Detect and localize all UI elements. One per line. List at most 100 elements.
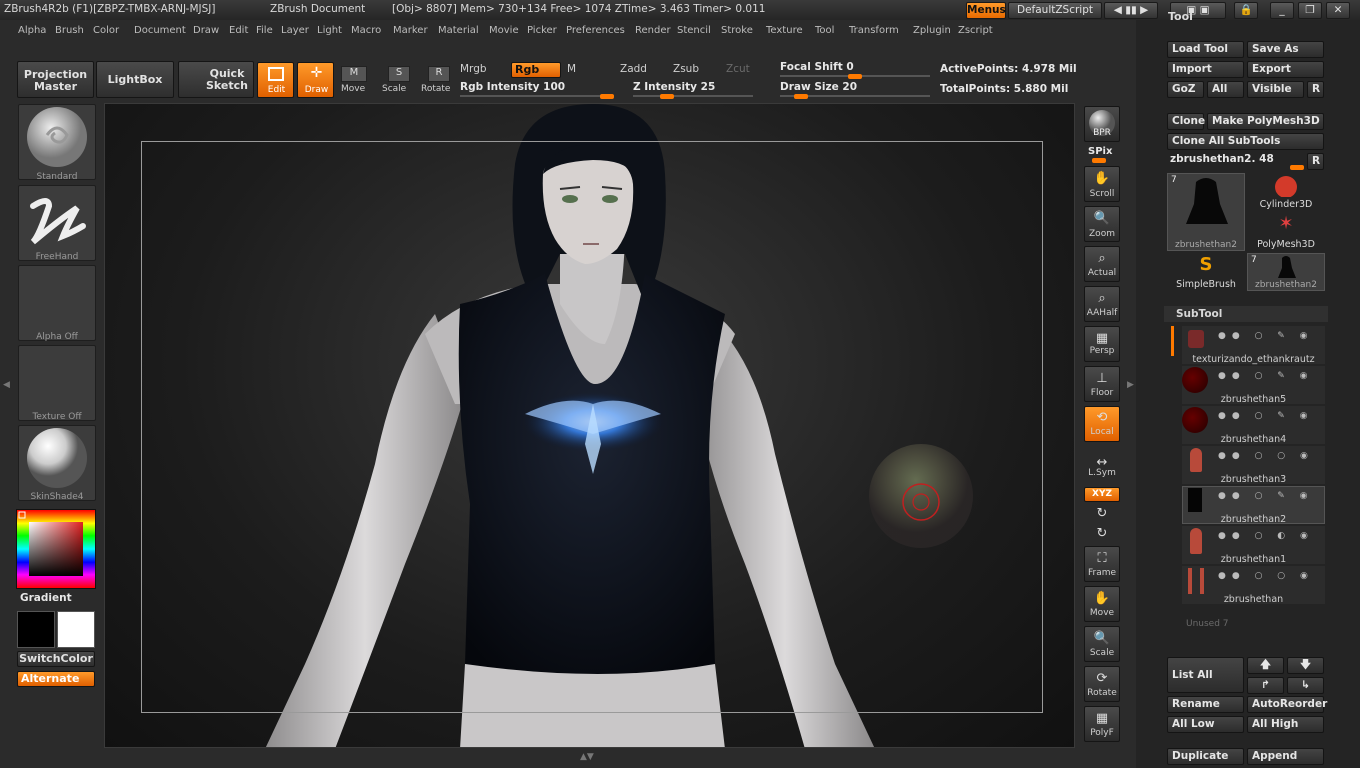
menu-material[interactable]: Material xyxy=(438,25,479,36)
all-high-button[interactable]: All High xyxy=(1247,716,1324,733)
move-down-arrow-icon[interactable]: 🡇 xyxy=(1287,657,1324,674)
m-toggle[interactable]: M xyxy=(567,63,576,75)
move-up-arrow-icon[interactable]: 🡅 xyxy=(1247,657,1284,674)
z-intensity-track[interactable] xyxy=(633,95,753,97)
menus-button[interactable]: Menus xyxy=(966,2,1006,19)
draw-size-slider[interactable]: Draw Size 20 xyxy=(780,81,857,93)
menu-picker[interactable]: Picker xyxy=(527,25,557,36)
rotate-y-icon[interactable]: ↻ xyxy=(1092,507,1112,521)
draw-size-knob[interactable] xyxy=(793,94,808,99)
close-icon[interactable]: ✕ xyxy=(1326,2,1350,19)
autoreorder-button[interactable]: AutoReorder xyxy=(1247,696,1327,713)
duplicate-button[interactable]: Duplicate xyxy=(1167,748,1244,765)
bottom-tray-arrow-icon[interactable]: ▲▼ xyxy=(580,752,594,762)
menu-macro[interactable]: Macro xyxy=(351,25,381,36)
menu-zplugin[interactable]: Zplugin xyxy=(913,25,951,36)
restore-icon[interactable]: ❐ xyxy=(1298,2,1322,19)
minimize-icon[interactable]: _ xyxy=(1270,2,1294,19)
layout-arrows-icon[interactable]: ◀ ▮▮ ▶ xyxy=(1104,2,1158,19)
alpha-thumbnail[interactable] xyxy=(18,265,96,341)
menu-stencil[interactable]: Stencil xyxy=(677,25,711,36)
z-intensity-slider[interactable]: Z Intensity 25 xyxy=(633,81,715,93)
material-thumbnail[interactable] xyxy=(18,425,96,501)
import-button[interactable]: Import xyxy=(1167,61,1244,78)
menu-zscript[interactable]: Zscript xyxy=(958,25,993,36)
visible-button[interactable]: Visible xyxy=(1247,81,1304,98)
scale-icon[interactable]: S xyxy=(388,66,410,82)
lightbox-button[interactable]: LightBox xyxy=(96,61,174,98)
save-as-button[interactable]: Save As xyxy=(1247,41,1324,58)
subtool-toggles-2[interactable]: ●● ○ ✎ ◉ xyxy=(1218,411,1314,421)
menu-transform[interactable]: Transform xyxy=(849,25,899,36)
menu-stroke[interactable]: Stroke xyxy=(721,25,753,36)
subtool-toggles-5[interactable]: ●● ○ ◐ ◉ xyxy=(1218,531,1314,541)
document-canvas[interactable] xyxy=(104,103,1075,748)
make-polymesh-button[interactable]: Make PolyMesh3D xyxy=(1207,113,1324,130)
tool-thumb-zbrushethan2[interactable]: 7 zbrushethan2 xyxy=(1167,173,1245,251)
menu-brush[interactable]: Brush xyxy=(55,25,84,36)
clone-all-subtools-button[interactable]: Clone All SubTools xyxy=(1167,133,1324,150)
menu-movie[interactable]: Movie xyxy=(489,25,519,36)
focal-shift-slider[interactable]: Focal Shift 0 xyxy=(780,61,854,73)
lock-icon[interactable]: 🔒 xyxy=(1234,2,1258,19)
insert-down-arrow-icon[interactable]: ↳ xyxy=(1287,677,1324,694)
zadd-toggle[interactable]: Zadd xyxy=(620,63,647,75)
menu-tool[interactable]: Tool xyxy=(815,25,834,36)
rgb-toggle[interactable]: Rgb xyxy=(511,62,561,78)
menu-edit[interactable]: Edit xyxy=(229,25,248,36)
rgb-intensity-track[interactable] xyxy=(460,95,614,97)
export-button[interactable]: Export xyxy=(1247,61,1324,78)
menu-texture[interactable]: Texture xyxy=(766,25,803,36)
goz-button[interactable]: GoZ xyxy=(1167,81,1204,98)
load-tool-button[interactable]: Load Tool xyxy=(1167,41,1244,58)
spix-slider-knob[interactable] xyxy=(1092,158,1106,163)
z-intensity-knob[interactable] xyxy=(659,94,674,99)
rgb-intensity-knob[interactable] xyxy=(600,94,614,99)
list-all-button[interactable]: List All xyxy=(1167,657,1244,693)
mrgb-toggle[interactable]: Mrgb xyxy=(460,63,487,75)
clone-button[interactable]: Clone xyxy=(1167,113,1205,130)
menu-render[interactable]: Render xyxy=(635,25,671,36)
gradient-label[interactable]: Gradient xyxy=(20,592,72,604)
stroke-thumbnail[interactable] xyxy=(18,185,96,261)
menu-color[interactable]: Color xyxy=(93,25,119,36)
append-button[interactable]: Append xyxy=(1247,748,1324,765)
all-button[interactable]: All xyxy=(1207,81,1244,98)
subtool-toggles-6[interactable]: ●● ○ ○ ◉ xyxy=(1218,571,1314,581)
zcut-toggle[interactable]: Zcut xyxy=(726,63,750,75)
edit-mode-button[interactable]: Edit xyxy=(257,62,294,98)
texture-thumbnail[interactable] xyxy=(18,345,96,421)
current-tool-knob[interactable] xyxy=(1290,165,1304,170)
alternate-button[interactable]: Alternate xyxy=(17,671,95,687)
tool-thumb-zbrushethan2-b[interactable]: 7 zbrushethan2 xyxy=(1247,253,1325,291)
menu-document[interactable]: Document xyxy=(134,25,186,36)
switch-color-button[interactable]: SwitchColor xyxy=(17,651,95,667)
quick-sketch-button[interactable]: Quick Sketch xyxy=(178,61,254,98)
left-tray-arrow-icon[interactable]: ◀ xyxy=(3,380,10,390)
menu-preferences[interactable]: Preferences xyxy=(566,25,625,36)
r-button[interactable]: R xyxy=(1307,81,1324,98)
menu-draw[interactable]: Draw xyxy=(193,25,219,36)
secondary-color-swatch[interactable] xyxy=(17,611,55,648)
spix-label[interactable]: SPix xyxy=(1088,146,1112,157)
main-color-swatch[interactable] xyxy=(57,611,95,648)
rotate-z-icon[interactable]: ↻ xyxy=(1092,527,1112,541)
zsub-toggle[interactable]: Zsub xyxy=(673,63,699,75)
subtool-scrollbar[interactable] xyxy=(1171,326,1174,356)
rename-button[interactable]: Rename xyxy=(1167,696,1244,713)
color-picker[interactable] xyxy=(16,509,96,589)
subtool-toggles-1[interactable]: ●● ○ ✎ ◉ xyxy=(1218,371,1314,381)
rgb-intensity-slider[interactable]: Rgb Intensity 100 xyxy=(460,81,565,93)
insert-up-arrow-icon[interactable]: ↱ xyxy=(1247,677,1284,694)
rotate-icon[interactable]: R xyxy=(428,66,450,82)
menu-file[interactable]: File xyxy=(256,25,273,36)
tool-r-button[interactable]: R xyxy=(1307,153,1324,170)
xyz-toggle[interactable]: XYZ xyxy=(1084,487,1120,502)
move-icon[interactable]: M xyxy=(341,66,367,82)
all-low-button[interactable]: All Low xyxy=(1167,716,1244,733)
tool-thumb-simplebrush[interactable]: S SimpleBrush xyxy=(1167,253,1245,291)
menu-alpha[interactable]: Alpha xyxy=(18,25,46,36)
menu-marker[interactable]: Marker xyxy=(393,25,428,36)
subtool-toggles-0[interactable]: ●● ○ ✎ ◉ xyxy=(1218,331,1314,341)
menu-layer[interactable]: Layer xyxy=(281,25,309,36)
